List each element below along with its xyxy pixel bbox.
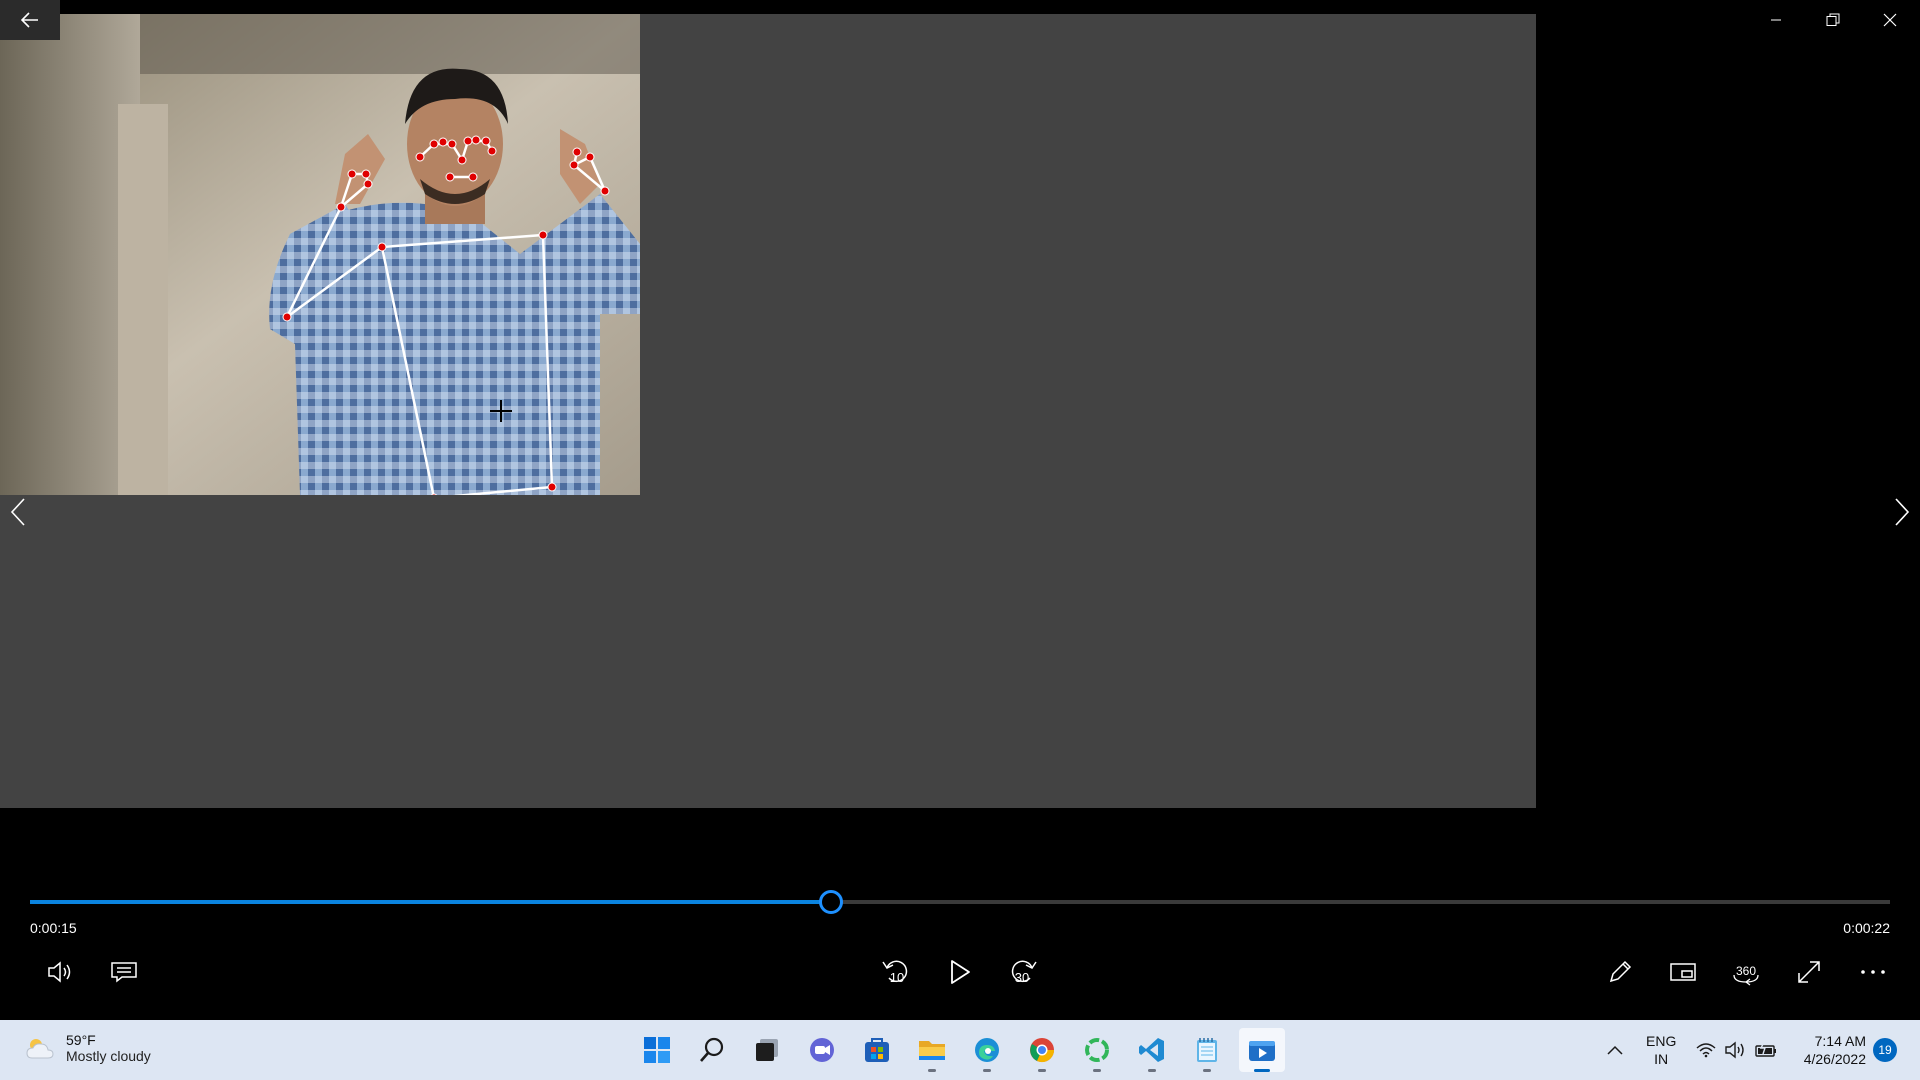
search-icon (700, 1037, 724, 1062)
current-time: 0:00:15 (30, 920, 77, 936)
close-icon (1883, 13, 1897, 27)
network-button[interactable] (1696, 1020, 1716, 1080)
play-button[interactable] (937, 952, 983, 992)
seek-bar[interactable] (30, 890, 1890, 914)
captions-button[interactable] (101, 952, 147, 992)
input-language-indicator[interactable]: ENG IN (1646, 1032, 1676, 1068)
search-button[interactable] (689, 1028, 735, 1072)
svg-text:360: 360 (1736, 964, 1756, 978)
cloud-sun-icon (26, 1039, 54, 1059)
picture-in-picture-icon (1670, 963, 1696, 981)
seek-progress (30, 900, 831, 904)
task-view-button[interactable] (744, 1028, 790, 1072)
taskbar-apps (634, 1028, 1285, 1072)
play-icon (951, 960, 970, 984)
running-indicator (1203, 1069, 1211, 1072)
edge-icon (975, 1038, 999, 1062)
battery-button[interactable] (1754, 1020, 1778, 1080)
task-view-icon (756, 1039, 778, 1061)
total-time: 0:00:22 (1843, 920, 1890, 936)
full-screen-button[interactable] (1786, 952, 1832, 992)
view-360-icon: 360 (1733, 964, 1759, 986)
chevron-right-icon (1895, 498, 1910, 526)
running-indicator (1254, 1069, 1270, 1072)
region-code: IN (1654, 1051, 1669, 1067)
file-explorer-button[interactable] (909, 1028, 955, 1072)
show-hidden-icons-button[interactable] (1606, 1020, 1624, 1080)
chat-icon (810, 1038, 834, 1062)
video-frame (0, 14, 640, 495)
skip-back-button[interactable]: 10 (873, 952, 919, 992)
restore-button[interactable] (1805, 0, 1861, 40)
running-indicator (1148, 1069, 1156, 1072)
next-item-button[interactable] (1884, 490, 1920, 534)
teams-chat-button[interactable] (799, 1028, 845, 1072)
media-player-button[interactable] (1239, 1028, 1285, 1072)
restore-icon (1826, 13, 1840, 26)
notification-badge[interactable]: 19 (1873, 1038, 1897, 1062)
media-player-icon (1249, 1041, 1275, 1061)
more-options-button[interactable] (1850, 952, 1896, 992)
windows-logo-icon (644, 1037, 670, 1063)
edit-button[interactable] (1597, 952, 1643, 992)
svg-text:30: 30 (1015, 970, 1029, 985)
pencil-icon (1609, 960, 1632, 983)
running-indicator (1093, 1069, 1101, 1072)
wifi-icon (1696, 1043, 1716, 1058)
ring-app-icon (1085, 1038, 1109, 1062)
store-button[interactable] (854, 1028, 900, 1072)
back-button[interactable] (0, 0, 60, 40)
green-app-button[interactable] (1074, 1028, 1120, 1072)
chevron-left-icon (10, 498, 25, 526)
weather-description: Mostly cloudy (66, 1048, 151, 1064)
close-button[interactable] (1862, 0, 1918, 40)
minimize-button[interactable] (1748, 0, 1804, 40)
svg-text:10: 10 (890, 970, 904, 985)
running-indicator (983, 1069, 991, 1072)
speaker-icon (48, 961, 71, 983)
store-icon (865, 1038, 889, 1062)
more-icon (1861, 970, 1885, 974)
taskbar: 59°F Mostly cloudy ENG IN 7:14 AM 4/26/2… (0, 1020, 1920, 1080)
volume-button[interactable] (37, 952, 83, 992)
notepad-button[interactable] (1184, 1028, 1230, 1072)
folder-icon (919, 1041, 945, 1060)
minimize-icon (1771, 19, 1781, 21)
running-indicator (928, 1069, 936, 1072)
clock[interactable]: 7:14 AM 4/26/2022 (1790, 1032, 1866, 1068)
clock-time: 7:14 AM (1814, 1033, 1866, 1049)
chevron-up-icon (1607, 1045, 1623, 1055)
notepad-icon (1197, 1038, 1217, 1062)
arrow-left-icon (21, 12, 38, 28)
webcam-frame-image (0, 14, 640, 495)
start-button[interactable] (634, 1028, 680, 1072)
vscode-icon (1139, 1038, 1164, 1062)
weather-widget[interactable]: 59°F Mostly cloudy (24, 1032, 151, 1064)
clock-date: 4/26/2022 (1803, 1051, 1866, 1067)
forward-30-icon: 30 (1011, 960, 1037, 985)
running-indicator (1038, 1069, 1046, 1072)
skip-forward-button[interactable]: 30 (1000, 952, 1046, 992)
captions-icon (111, 962, 137, 983)
battery-charging-icon (1755, 1042, 1776, 1057)
view-360-button[interactable]: 360 (1723, 952, 1769, 992)
media-player-window: 0:00:15 0:00:22 10 30 360 (0, 0, 1920, 1020)
chrome-icon (1030, 1038, 1055, 1063)
seek-thumb[interactable] (818, 890, 843, 914)
mini-view-button[interactable] (1660, 952, 1706, 992)
expand-icon (1798, 961, 1820, 983)
vscode-button[interactable] (1129, 1028, 1175, 1072)
edge-button[interactable] (964, 1028, 1010, 1072)
replay-10-icon: 10 (882, 960, 908, 985)
volume-icon (1725, 1041, 1744, 1059)
volume-tray-button[interactable] (1724, 1020, 1746, 1080)
weather-temperature: 59°F (66, 1032, 96, 1048)
previous-item-button[interactable] (0, 490, 36, 534)
chrome-button[interactable] (1019, 1028, 1065, 1072)
language-code: ENG (1646, 1033, 1677, 1049)
video-canvas[interactable] (0, 14, 1536, 808)
